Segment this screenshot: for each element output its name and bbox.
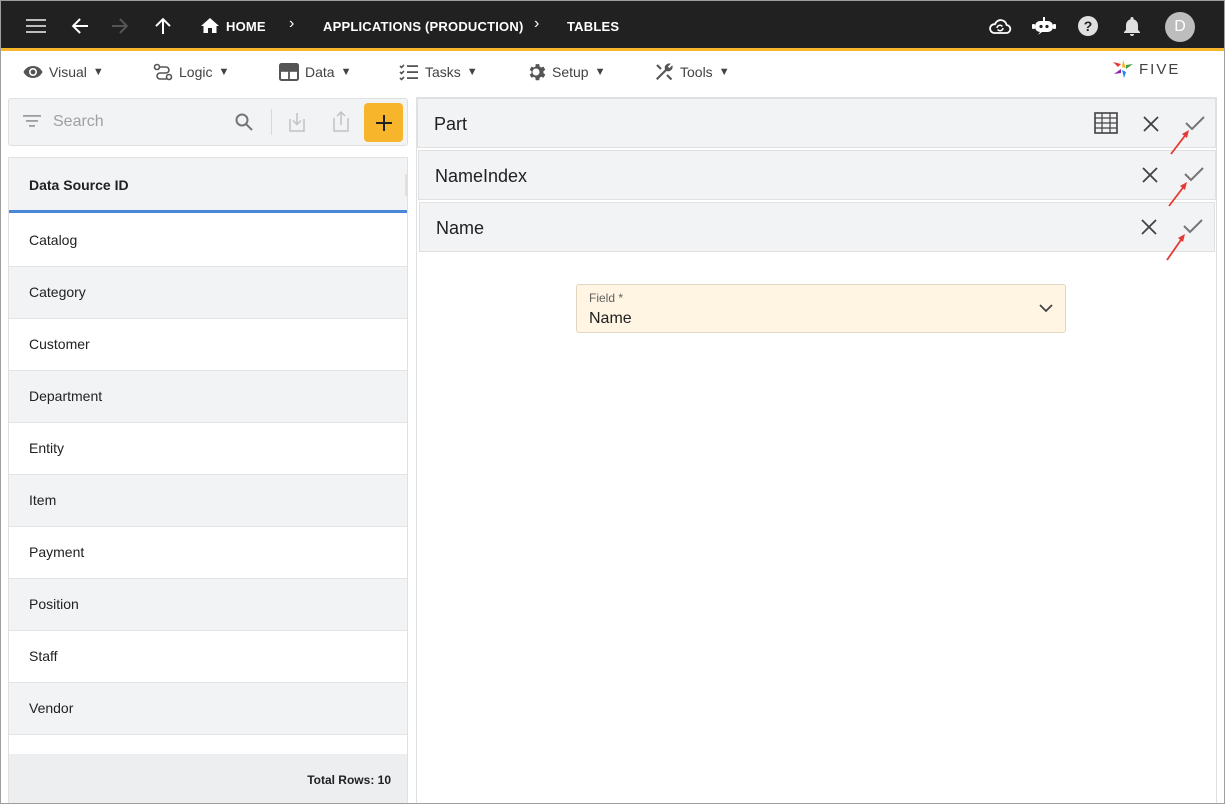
list-item[interactable]: Catalog	[9, 215, 407, 267]
list-item-label: Entity	[29, 440, 65, 456]
list-item[interactable]: Category	[9, 267, 407, 319]
list-item-label: Category	[29, 284, 86, 300]
list-item-label: Customer	[29, 336, 90, 352]
breadcrumb-home[interactable]: HOME	[226, 19, 266, 34]
chat-bot-icon[interactable]	[1032, 14, 1056, 38]
menu-data[interactable]: Data ▼	[279, 62, 351, 82]
checklist-icon	[399, 63, 419, 81]
avatar[interactable]: D	[1165, 12, 1195, 42]
menu-bar: Visual ▼ Logic ▼ Data ▼ Tasks ▼ Setup ▼ …	[1, 54, 1224, 90]
panel-title-nameindex: NameIndex	[435, 166, 528, 186]
five-logo-text: FIVE	[1139, 60, 1181, 78]
menu-setup[interactable]: Setup ▼	[526, 62, 605, 82]
menu-setup-label: Setup	[552, 64, 589, 80]
eye-icon	[23, 65, 43, 79]
chevron-down-icon: ▼	[466, 66, 478, 78]
filter-icon[interactable]	[23, 114, 41, 133]
list-item-label: Vendor	[29, 700, 74, 716]
data-source-list: Data Source ID Catalog Category Customer…	[8, 157, 408, 803]
chevron-down-icon: ▼	[340, 66, 352, 78]
panel-title-part: Part	[434, 114, 468, 134]
chevron-down-icon[interactable]	[1039, 300, 1053, 318]
add-button[interactable]	[364, 103, 403, 142]
column-header-data-source-id[interactable]: Data Source ID	[29, 177, 129, 193]
field-select[interactable]: Field * Name	[576, 284, 1066, 333]
list-item-label: Payment	[29, 544, 85, 560]
menu-tasks[interactable]: Tasks ▼	[399, 62, 478, 82]
list-item[interactable]: Customer	[9, 319, 407, 371]
search-toolbar	[8, 98, 408, 146]
search-icon[interactable]	[235, 113, 253, 136]
close-icon[interactable]	[1137, 162, 1163, 188]
five-logo-mark	[1113, 60, 1133, 78]
menu-visual-label: Visual	[49, 64, 87, 80]
panel-header-part: Part	[417, 98, 1216, 148]
list-item-label: Staff	[29, 648, 58, 664]
panel-header-nameindex: NameIndex	[418, 150, 1216, 200]
chevron-down-icon: ▼	[92, 66, 104, 78]
tools-icon	[654, 62, 674, 82]
list-footer: Total Rows: 10	[9, 754, 407, 803]
list-item[interactable]: Vendor	[9, 683, 407, 735]
list-item-label: Item	[29, 492, 57, 508]
cloud-sync-icon[interactable]	[988, 14, 1012, 38]
chevron-down-icon: ▼	[218, 66, 230, 78]
search-input[interactable]	[53, 111, 223, 133]
logic-icon	[153, 63, 173, 81]
field-label: Field *	[589, 291, 624, 305]
chevron-right-icon: ›	[534, 15, 540, 32]
chevron-down-icon: ▼	[718, 66, 730, 78]
plus-icon	[375, 114, 392, 131]
top-app-bar: HOME › APPLICATIONS (PRODUCTION) › TABLE…	[1, 1, 1224, 51]
menu-tasks-label: Tasks	[425, 64, 461, 80]
back-arrow-icon[interactable]	[68, 14, 92, 38]
help-icon[interactable]: ?	[1076, 14, 1100, 38]
panel-title-name: Name	[436, 218, 485, 238]
forward-arrow-icon	[108, 14, 132, 38]
list-item[interactable]: Position	[9, 579, 407, 631]
up-arrow-icon[interactable]	[151, 14, 175, 38]
menu-logic[interactable]: Logic ▼	[153, 62, 229, 82]
home-icon[interactable]	[198, 14, 222, 38]
list-item-label: Catalog	[29, 232, 78, 248]
close-icon[interactable]	[1136, 214, 1162, 240]
menu-tools[interactable]: Tools ▼	[654, 62, 730, 82]
annotation-arrow	[1166, 234, 1185, 261]
list-item[interactable]: Department	[9, 371, 407, 423]
toolbar-divider	[271, 109, 272, 135]
list-item[interactable]: Payment	[9, 527, 407, 579]
list-item[interactable]: Item	[9, 475, 407, 527]
panel-header-name: Name	[419, 202, 1215, 252]
column-resize-handle[interactable]	[405, 174, 407, 196]
total-rows-label: Total Rows: 10	[307, 773, 391, 787]
grid-view-icon[interactable]	[1093, 110, 1119, 136]
list-item-label: Department	[29, 388, 103, 404]
chevron-down-icon: ▼	[594, 66, 606, 78]
table-icon	[279, 63, 299, 81]
five-logo: FIVE	[1111, 58, 1180, 80]
notifications-icon[interactable]	[1120, 14, 1144, 38]
menu-data-label: Data	[305, 64, 335, 80]
breadcrumb-applications[interactable]: APPLICATIONS (PRODUCTION)	[323, 19, 523, 34]
annotation-arrow	[1170, 130, 1189, 155]
list-header[interactable]: Data Source ID	[9, 158, 407, 213]
menu-icon[interactable]	[24, 14, 48, 38]
menu-logic-label: Logic	[179, 64, 213, 80]
menu-tools-label: Tools	[680, 64, 713, 80]
field-value: Name	[589, 310, 632, 327]
breadcrumb-tables[interactable]: TABLES	[567, 19, 619, 34]
form-panel: Part NameIndex Name	[416, 97, 1217, 803]
list-item-label: Position	[29, 596, 79, 612]
list-item[interactable]: Entity	[9, 423, 407, 475]
list-item[interactable]: Staff	[9, 631, 407, 683]
chevron-right-icon: ›	[289, 15, 295, 32]
menu-visual[interactable]: Visual ▼	[23, 62, 104, 82]
upload-icon[interactable]	[331, 109, 351, 138]
svg-text:?: ?	[1084, 18, 1093, 34]
annotation-arrow	[1168, 182, 1187, 207]
gear-icon	[526, 62, 546, 82]
download-icon[interactable]	[287, 111, 307, 138]
app-window: HOME › APPLICATIONS (PRODUCTION) › TABLE…	[0, 0, 1225, 804]
close-icon[interactable]	[1138, 111, 1164, 137]
